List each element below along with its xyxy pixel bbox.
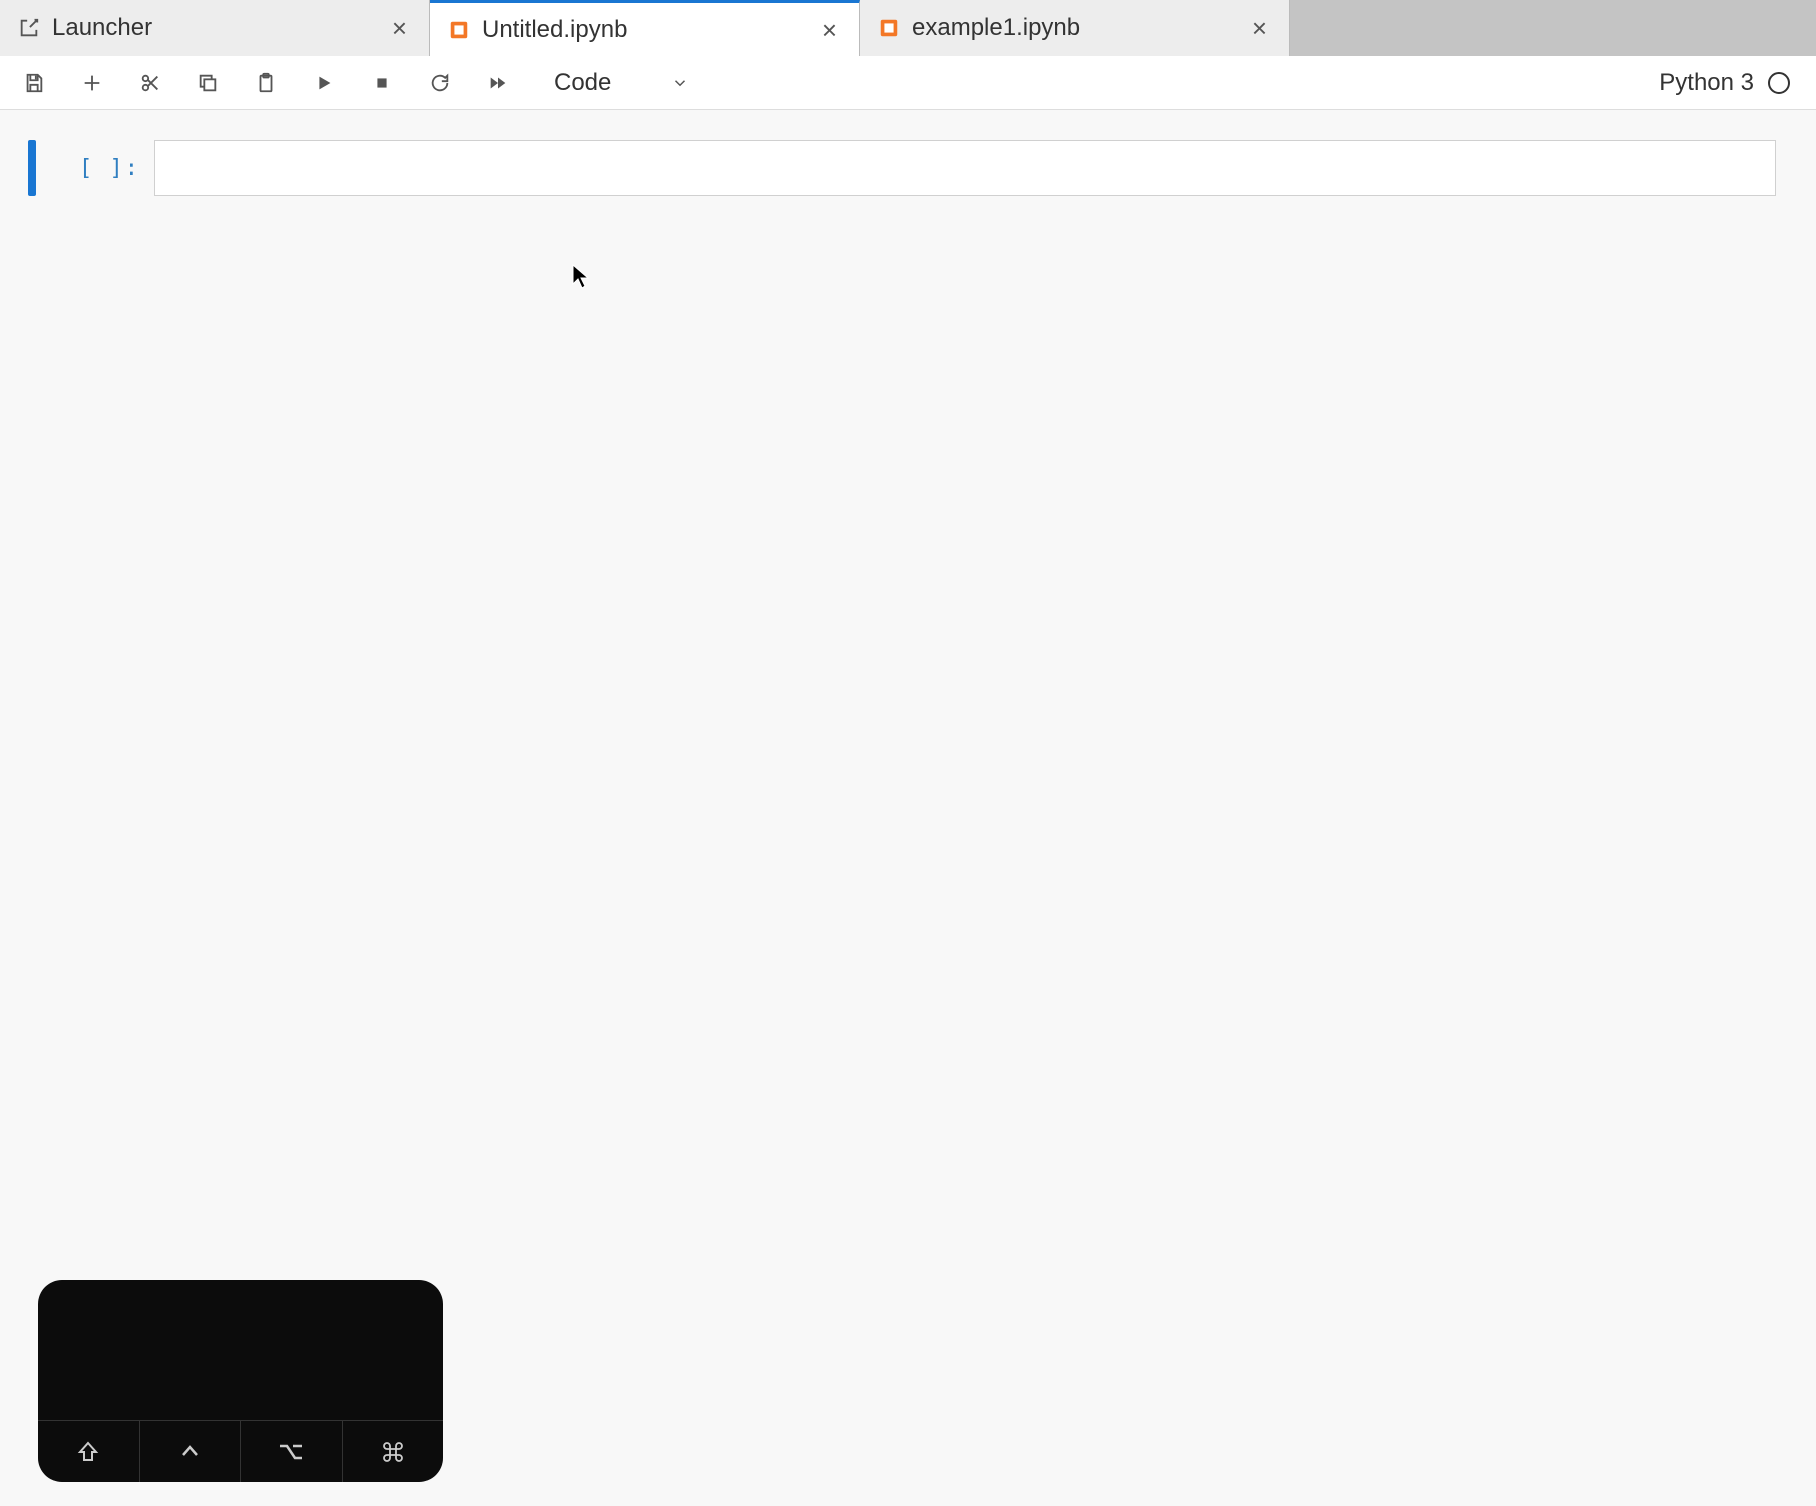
cell-code-input[interactable] [154, 140, 1776, 196]
copy-button[interactable] [188, 63, 228, 103]
close-icon[interactable]: × [1248, 15, 1271, 41]
restart-button[interactable] [420, 63, 460, 103]
keyboard-overlay [38, 1280, 443, 1482]
tab-untitled-notebook[interactable]: Untitled.ipynb × [430, 0, 860, 56]
close-icon[interactable]: × [818, 17, 841, 43]
code-cell[interactable]: [ ]: [28, 140, 1788, 196]
keyboard-display-area [38, 1280, 443, 1420]
run-button[interactable] [304, 63, 344, 103]
paste-button[interactable] [246, 63, 286, 103]
launch-icon [18, 17, 40, 39]
add-cell-button[interactable] [72, 63, 112, 103]
notebook-content: [ ]: [0, 110, 1816, 226]
notebook-icon [878, 17, 900, 39]
tab-label: Launcher [52, 14, 388, 42]
cut-button[interactable] [130, 63, 170, 103]
command-key-indicator [343, 1421, 444, 1482]
option-key-indicator [241, 1421, 343, 1482]
shift-icon [76, 1440, 100, 1464]
cell-prompt: [ ]: [79, 156, 140, 181]
tab-label: Untitled.ipynb [482, 16, 818, 44]
control-icon [178, 1440, 202, 1464]
cell-selected-marker [28, 140, 36, 196]
control-key-indicator [140, 1421, 242, 1482]
fast-forward-icon [487, 72, 509, 94]
keyboard-modifier-row [38, 1420, 443, 1482]
save-icon [23, 72, 45, 94]
plus-icon [81, 72, 103, 94]
chevron-down-icon [671, 74, 689, 92]
tab-label: example1.ipynb [912, 14, 1248, 42]
scissors-icon [139, 72, 161, 94]
command-icon [381, 1440, 405, 1464]
notebook-icon [448, 19, 470, 41]
tab-example1-notebook[interactable]: example1.ipynb × [860, 0, 1290, 56]
copy-icon [197, 72, 219, 94]
toolbar: Code Python 3 [0, 56, 1816, 110]
shift-key-indicator [38, 1421, 140, 1482]
mouse-cursor [572, 264, 592, 297]
kernel-name[interactable]: Python 3 [1659, 69, 1754, 97]
option-icon [277, 1440, 305, 1464]
refresh-icon [429, 72, 451, 94]
stop-icon [371, 72, 393, 94]
interrupt-button[interactable] [362, 63, 402, 103]
play-icon [313, 72, 335, 94]
cell-type-label: Code [554, 69, 611, 97]
save-button[interactable] [14, 63, 54, 103]
cell-prompt-area: [ ]: [54, 140, 154, 196]
tab-bar: Launcher × Untitled.ipynb × example1.ipy… [0, 0, 1816, 56]
cell-type-select[interactable]: Code [544, 65, 699, 101]
tab-launcher[interactable]: Launcher × [0, 0, 430, 56]
restart-run-all-button[interactable] [478, 63, 518, 103]
clipboard-icon [255, 72, 277, 94]
kernel-status-indicator[interactable] [1768, 72, 1790, 94]
close-icon[interactable]: × [388, 15, 411, 41]
